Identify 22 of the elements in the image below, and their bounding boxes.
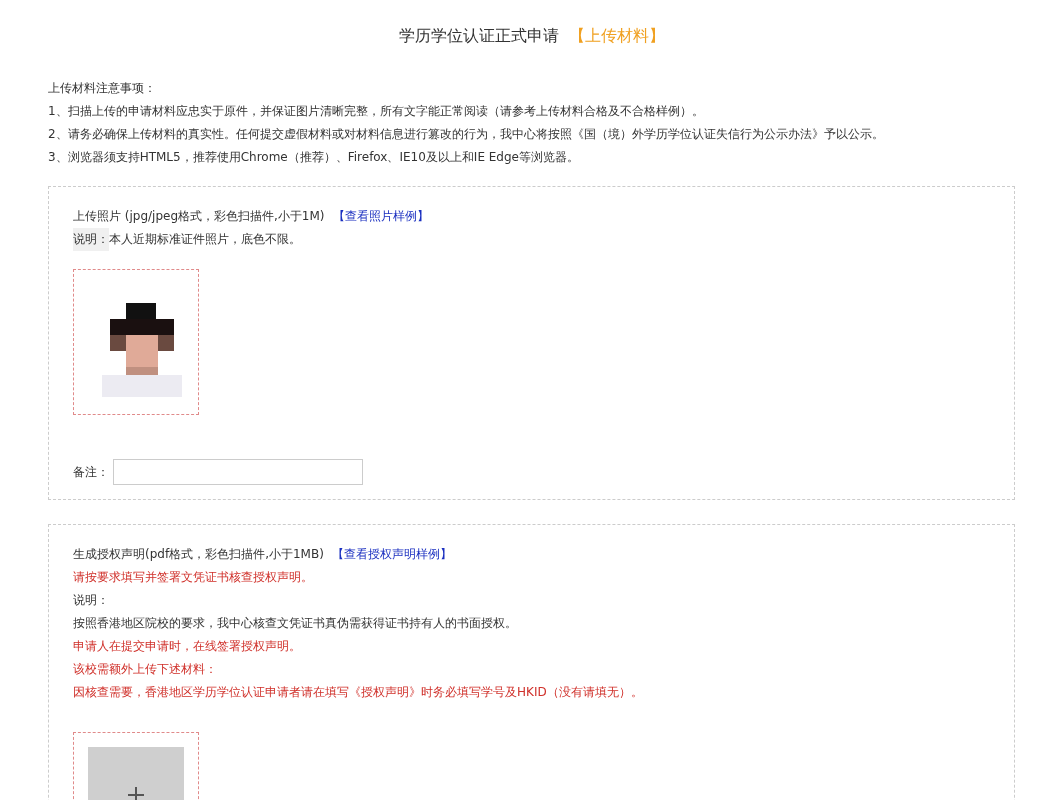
info-text: 说明：: [73, 592, 110, 609]
section-title: 上传照片 (jpg/jpeg格式，彩色扫描件,小于1M): [73, 208, 325, 225]
step-label: 【上传材料】: [568, 26, 665, 47]
warning-text: 申请人在提交申请时，在线签署授权声明。: [73, 638, 302, 655]
info-text: 按照香港地区院校的要求，我中心核查文凭证书真伪需获得证书持有人的书面授权。: [73, 615, 518, 632]
note-text: 3、浏览器须支持HTML5，推荐使用Chrome（推荐）、Firefox、IE10及以上和IE Edge等浏览器。: [48, 149, 580, 166]
section-title: 生成授权声明(pdf格式，彩色扫描件,小于1MB): [73, 546, 324, 563]
page-title: 学历学位认证正式申请: [398, 26, 559, 47]
sample-link[interactable]: 【查看照片样例】: [332, 205, 429, 228]
plus-icon: [127, 786, 145, 800]
remark-field[interactable]: [113, 459, 363, 485]
note-text: 1、扫描上传的申请材料应忠实于原件，并保证图片清晰完整，所有文字能正常阅读（请参考上传材料合格及不合格样例）。: [48, 103, 705, 120]
sample-link[interactable]: 【查看授权声明样例】: [331, 543, 452, 566]
remark-label: 备注：: [73, 463, 109, 481]
notes-heading: 上传材料注意事项：: [48, 80, 157, 97]
warning-text: 该校需额外上传下述材料：: [73, 661, 218, 678]
note-text: 2、请务必确保上传材料的真实性。任何提交虚假材料或对材料信息进行篡改的行为，我中心将按照《国（境）外学历学位认证失信行为公示办法》予以公示。: [48, 126, 885, 143]
description-text: 本人近期标准证件照片，底色不限。: [109, 231, 301, 248]
warning-text: 请按要求填写并签署文凭证书核查授权声明。: [73, 569, 314, 586]
upload-area[interactable]: [73, 269, 199, 415]
description-label: 说明：: [73, 228, 109, 251]
warning-text: 因核查需要，香港地区学历学位认证申请者请在填写《授权声明》时务必填写学号及HKID（没有请填无）。: [73, 684, 644, 701]
